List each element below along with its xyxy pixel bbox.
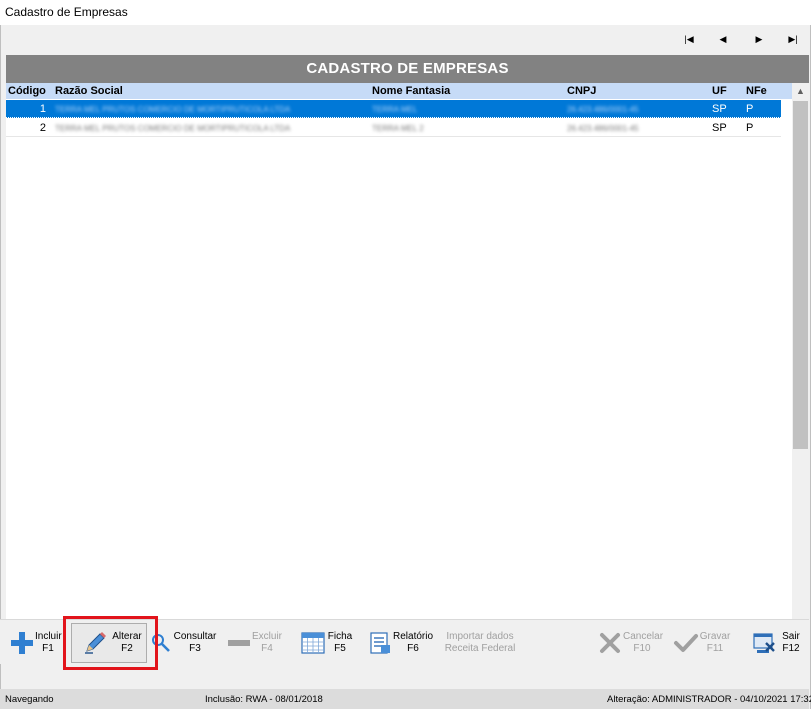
gravar-label: Gravar — [699, 631, 731, 642]
exit-icon — [751, 630, 777, 656]
first-record-button[interactable]: |◀ — [679, 29, 699, 49]
companies-grid[interactable]: Código Razão Social Nome Fantasia CNPJ U… — [6, 83, 792, 643]
plus-icon — [9, 630, 35, 656]
page-title: CADASTRO DE EMPRESAS — [6, 55, 809, 83]
cell-codigo: 2 — [39, 122, 46, 134]
cell-nome-fantasia: TERRA MEL 2 — [372, 124, 424, 133]
column-header-cnpj[interactable]: CNPJ — [567, 85, 596, 97]
cell-nfe: P — [746, 103, 754, 115]
record-navigation: |◀ ◀ ▶ ▶| — [1, 25, 810, 53]
cancelar-label: Cancelar — [623, 631, 664, 642]
column-header-nome-fantasia[interactable]: Nome Fantasia — [372, 85, 450, 97]
gravar-button[interactable]: Gravar F11 — [673, 624, 731, 662]
relatorio-label: Relatório — [393, 631, 434, 642]
scroll-up-arrow-icon[interactable]: ▲ — [792, 83, 809, 100]
column-header-codigo[interactable]: Código — [8, 85, 46, 97]
sair-label: Sair — [782, 631, 800, 642]
excluir-button[interactable]: Excluir F4 — [226, 624, 282, 662]
importar-receita-button[interactable]: Importar dados Receita Federal — [444, 624, 516, 662]
cell-nfe: P — [746, 122, 754, 134]
calendar-icon — [300, 630, 326, 656]
ficha-button[interactable]: Ficha F5 — [300, 624, 354, 662]
consultar-button[interactable]: Consultar F3 — [150, 624, 218, 662]
cell-nome-fantasia: TERRA MEL — [372, 105, 418, 114]
last-record-icon: ▶| — [788, 33, 798, 44]
next-record-button[interactable]: ▶ — [749, 29, 769, 49]
sair-button[interactable]: Sair F12 — [751, 624, 805, 662]
previous-record-button[interactable]: ◀ — [713, 29, 733, 49]
importar-label: Importar dados — [446, 631, 514, 642]
cell-cnpj: 26.423.486/0001-45 — [567, 105, 639, 114]
consultar-label: Consultar — [173, 631, 217, 642]
cell-codigo: 1 — [39, 103, 46, 115]
cell-uf: SP — [712, 122, 727, 134]
sair-key: F12 — [782, 643, 800, 654]
status-inclusao: Inclusão: RWA - 08/01/2018 — [205, 694, 323, 705]
status-bar: Navegando Inclusão: RWA - 08/01/2018 Alt… — [0, 689, 811, 709]
cell-razao-social: TERRA MEL PRUTOS COMERCIO DE MORTIPRUTIC… — [55, 105, 291, 114]
importar-label2: Receita Federal — [444, 643, 516, 654]
grid-scrollbar[interactable]: ▲ ▼ — [792, 83, 809, 668]
consultar-key: F3 — [189, 643, 201, 654]
first-record-icon: |◀ — [684, 33, 694, 44]
cell-uf: SP — [712, 103, 727, 115]
cancel-x-icon — [597, 630, 623, 656]
incluir-label: Incluir — [35, 631, 62, 642]
column-header-uf[interactable]: UF — [712, 85, 727, 97]
table-row[interactable]: 2 TERRA MEL PRUTOS COMERCIO DE MORTIPRUT… — [6, 119, 781, 137]
relatorio-button[interactable]: Relatório F6 — [367, 624, 433, 662]
cell-cnpj: 26.423.486/0001-45 — [567, 124, 639, 133]
minus-icon — [226, 630, 252, 656]
column-header-razao-social[interactable]: Razão Social — [55, 85, 123, 97]
cell-razao-social: TERRA MEL PRUTOS COMERCIO DE MORTIPRUTIC… — [55, 124, 291, 133]
status-mode: Navegando — [5, 694, 54, 705]
cancelar-button[interactable]: Cancelar F10 — [597, 624, 664, 662]
excluir-label: Excluir — [252, 631, 283, 642]
scroll-thumb[interactable] — [793, 101, 808, 449]
column-header-nfe[interactable]: NFe — [746, 85, 767, 97]
report-icon — [367, 630, 393, 656]
checkmark-icon — [673, 630, 699, 656]
excluir-key: F4 — [261, 643, 273, 654]
window-title: Cadastro de Empresas — [5, 5, 128, 19]
last-record-button[interactable]: ▶| — [783, 29, 803, 49]
grid-header: Código Razão Social Nome Fantasia CNPJ U… — [6, 83, 792, 99]
status-alteracao: Alteração: ADMINISTRADOR - 04/10/2021 17… — [607, 694, 811, 705]
main-frame: |◀ ◀ ▶ ▶| CADASTRO DE EMPRESAS Código Ra… — [0, 25, 811, 709]
incluir-button[interactable]: Incluir F1 — [9, 624, 62, 662]
relatorio-key: F6 — [407, 643, 419, 654]
ficha-key: F5 — [334, 643, 346, 654]
alterar-highlight-box — [63, 616, 158, 670]
cancelar-key: F10 — [633, 643, 651, 654]
ficha-label: Ficha — [327, 631, 353, 642]
incluir-key: F1 — [42, 643, 54, 654]
next-record-icon: ▶ — [755, 33, 763, 44]
table-row[interactable]: 1 TERRA MEL PRUTOS COMERCIO DE MORTIPRUT… — [6, 100, 781, 118]
gravar-key: F11 — [706, 643, 724, 654]
window-titlebar: Cadastro de Empresas — [0, 0, 811, 25]
previous-record-icon: ◀ — [719, 33, 727, 44]
